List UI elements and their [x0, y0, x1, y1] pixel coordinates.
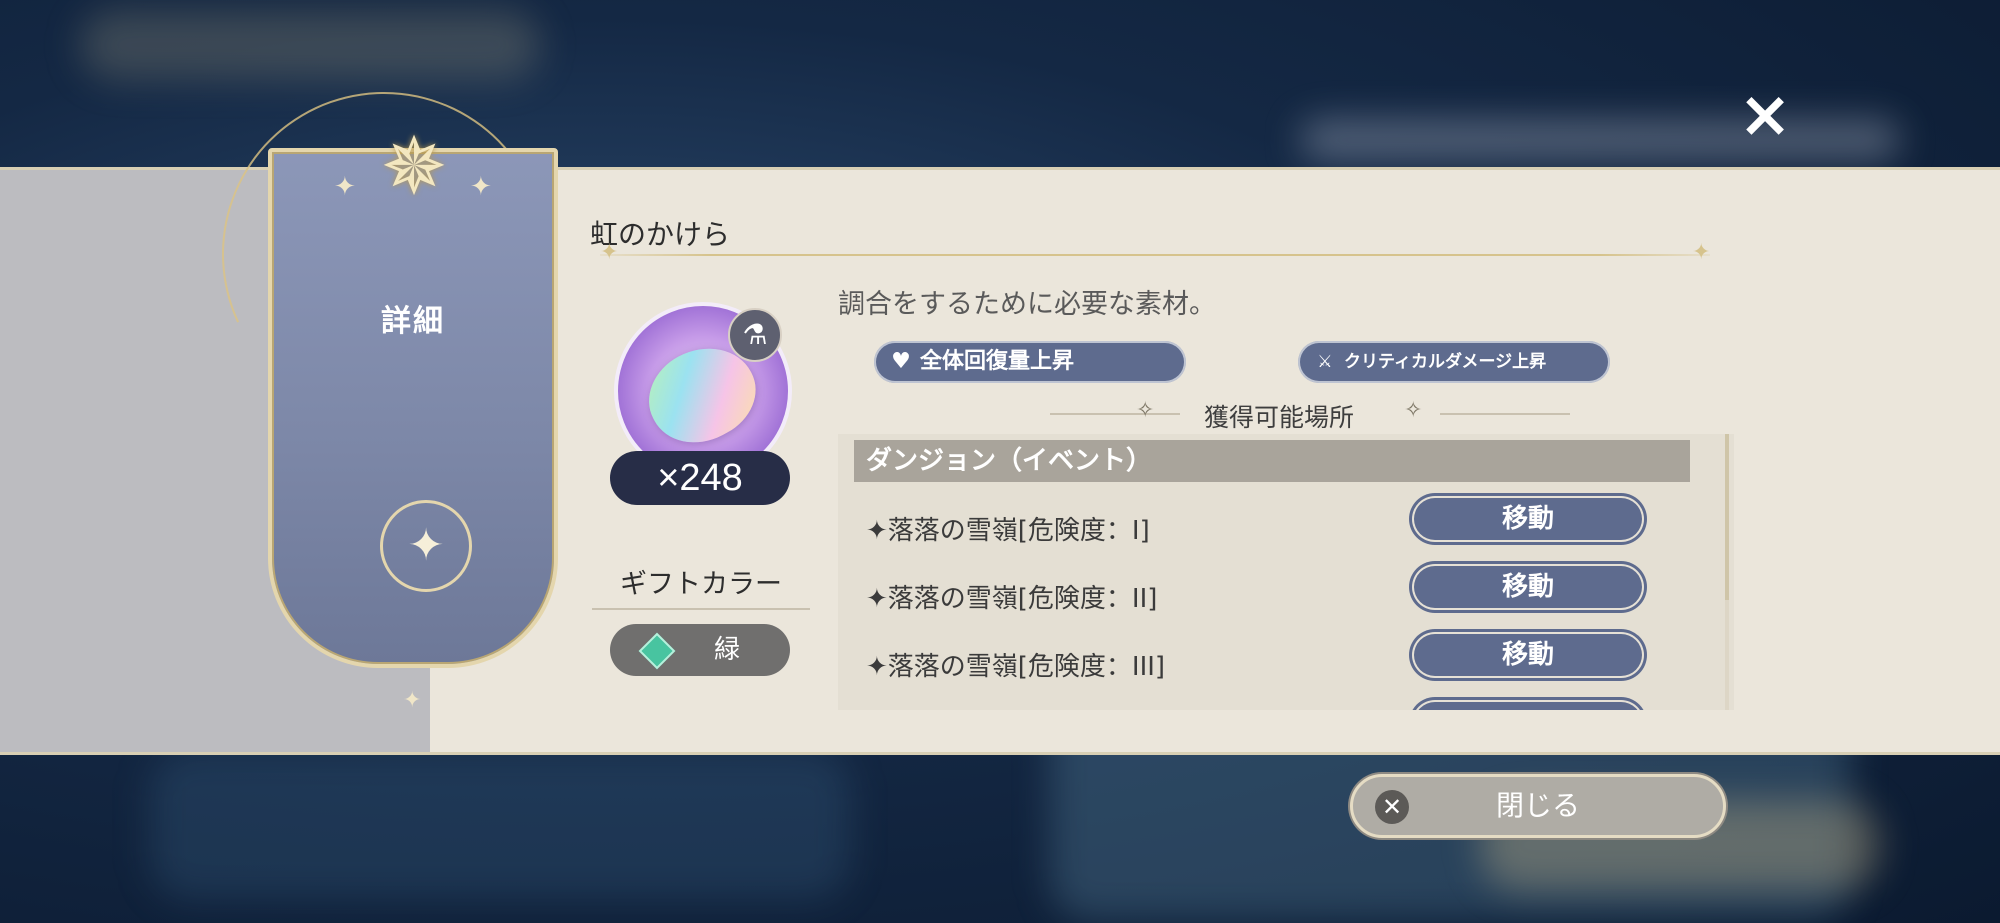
- close-button[interactable]: 閉じる ✕: [1350, 774, 1726, 838]
- close-icon: ✕: [1375, 790, 1409, 824]
- effect-tag-label: 全体回復量上昇: [920, 349, 1075, 374]
- list-item: [838, 700, 1698, 710]
- item-description: 調合をするために必要な素材。: [838, 289, 1216, 320]
- list-category-header: ダンジョン（イベント）: [854, 440, 1690, 482]
- craft-badge-icon: ⚗: [728, 308, 782, 362]
- banner-title: 詳細: [381, 304, 445, 339]
- sparkle-icon: ✦: [334, 172, 356, 202]
- background-blur: [80, 10, 540, 80]
- green-gem-icon: [638, 632, 676, 670]
- acquire-location-list[interactable]: ダンジョン（イベント） ✦落落の雪嶺[危険度：I] 移動 ✦落落の雪嶺[危険度：…: [838, 434, 1734, 710]
- sword-sparkle-icon: ⚔: [1317, 352, 1333, 372]
- divider: [592, 608, 810, 610]
- background-blur: [150, 750, 850, 900]
- gift-color-badge: 緑: [610, 624, 790, 676]
- star-emblem-icon: ✦: [380, 500, 472, 592]
- location-label: ✦落落の雪嶺[危険度：III]: [866, 652, 1166, 682]
- divider: [1440, 413, 1570, 415]
- sparkle-icon: ✦: [403, 688, 422, 713]
- sparkle-icon: ✦: [470, 172, 492, 202]
- close-icon[interactable]: ×: [1735, 83, 1795, 147]
- move-button[interactable]: 移動: [1412, 632, 1644, 678]
- location-label: ✦落落の雪嶺[危険度：II]: [866, 584, 1158, 614]
- acquire-section-title: 獲得可能場所: [1204, 403, 1355, 432]
- gift-color-label: ギフトカラー: [620, 569, 782, 600]
- heart-sparkle-icon: ♥: [891, 349, 911, 374]
- list-item: ✦落落の雪嶺[危険度：I] 移動: [838, 496, 1698, 560]
- sparkle-icon: ✦: [1692, 240, 1711, 265]
- effect-tag: ♥ 全体回復量上昇: [874, 341, 1186, 383]
- title-divider: [600, 254, 1710, 256]
- divider: [1050, 413, 1180, 415]
- move-button[interactable]: [1412, 700, 1644, 710]
- gift-color-value: 緑: [714, 635, 741, 665]
- effect-tag-label: クリティカルダメージ上昇: [1344, 352, 1547, 372]
- sparkle-icon: ✧: [1136, 398, 1155, 423]
- sparkle-icon: ✦: [600, 240, 619, 265]
- effect-tag: ⚔ クリティカルダメージ上昇: [1298, 341, 1610, 383]
- list-item: ✦落落の雪嶺[危険度：III] 移動: [838, 632, 1698, 696]
- list-item: ✦落落の雪嶺[危険度：II] 移動: [838, 564, 1698, 628]
- location-label: ✦落落の雪嶺[危険度：I]: [866, 516, 1150, 546]
- move-button[interactable]: 移動: [1412, 564, 1644, 610]
- scrollbar-thumb[interactable]: [1725, 434, 1729, 600]
- compass-star-icon: ✵: [380, 120, 448, 213]
- sparkle-icon: ✧: [1404, 398, 1423, 423]
- background-blur: [1300, 120, 1900, 160]
- move-button[interactable]: 移動: [1412, 496, 1644, 542]
- item-quantity: ×248: [610, 451, 790, 505]
